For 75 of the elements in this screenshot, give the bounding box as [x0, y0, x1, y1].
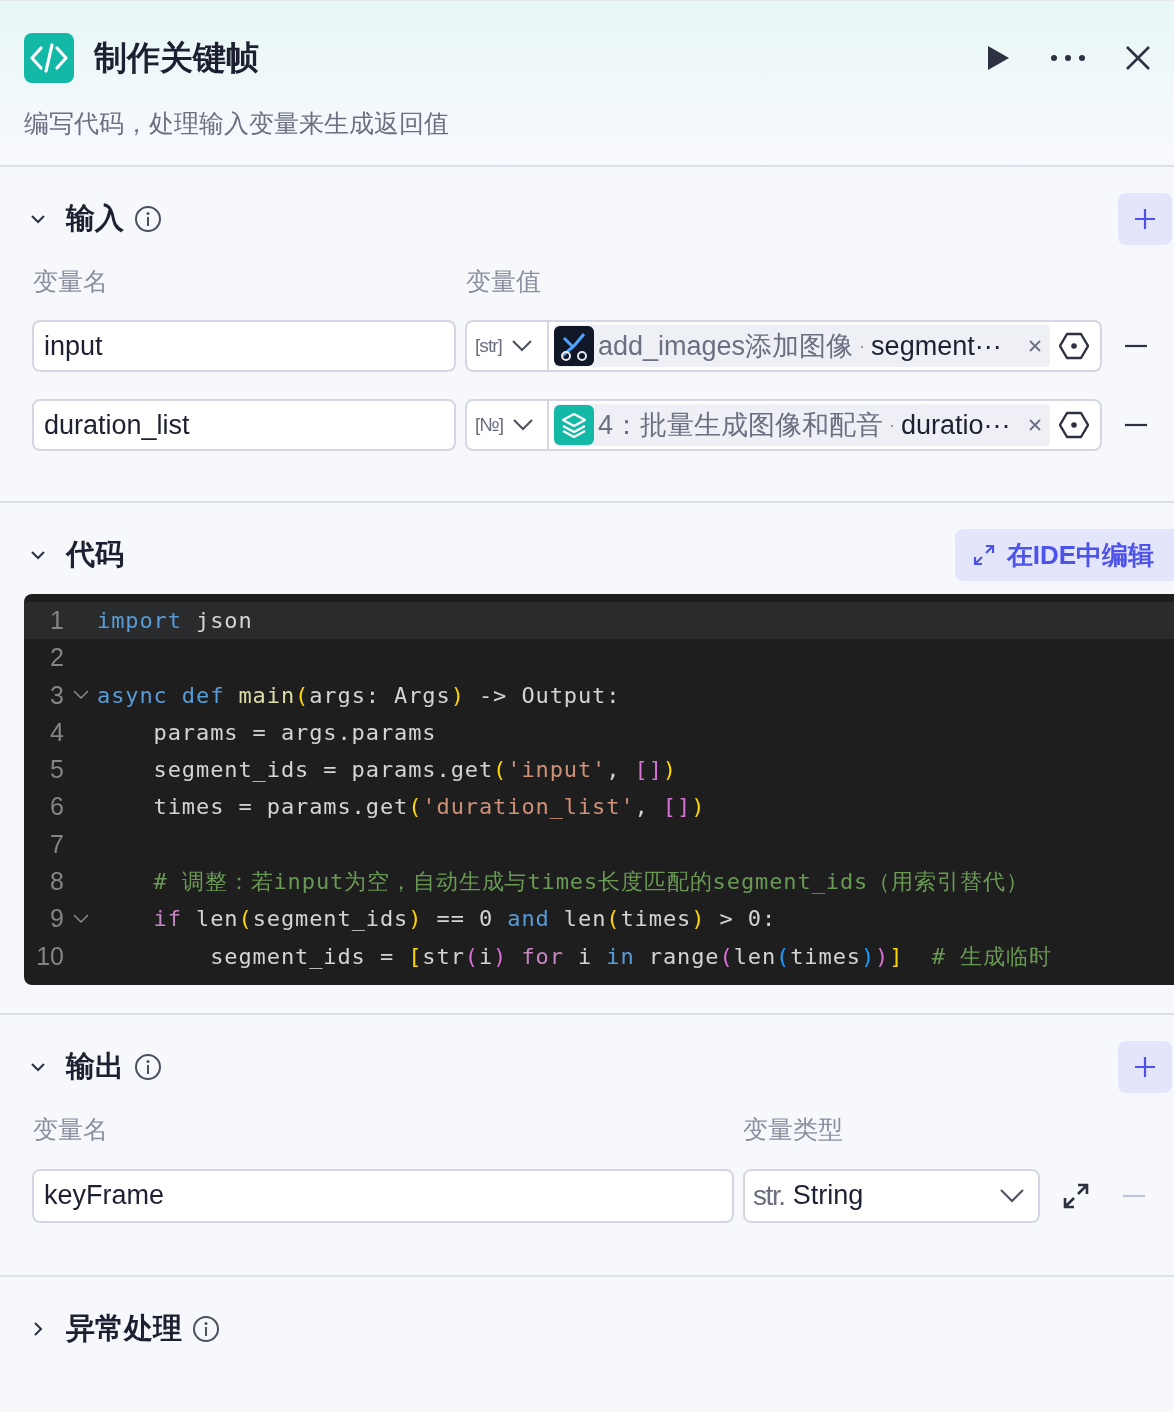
more-icon: [1050, 54, 1086, 62]
code-line: # 调整：若input为空，自动生成与times长度匹配的segment_ids（用索引替代）: [152, 868, 1029, 897]
section-title: 代码: [66, 537, 124, 573]
window-title: 制作关键帧: [94, 38, 259, 79]
type-select[interactable]: str. String: [743, 1168, 1040, 1223]
fold-chevron-icon[interactable]: [72, 690, 89, 701]
expand-icon: [1063, 1182, 1089, 1209]
section-title: 输入: [66, 200, 124, 236]
variable-value-field[interactable]: [№] 4：批量生成图像和配音 · duratio···: [465, 399, 1102, 451]
reference-tag[interactable]: add_images添加图像 · segment···: [554, 325, 1050, 367]
fold-chevron-icon[interactable]: [72, 914, 89, 924]
plus-icon: [1134, 207, 1156, 230]
add-button[interactable]: [1118, 1041, 1172, 1093]
minus-icon: [1123, 1193, 1145, 1198]
info-icon[interactable]: [192, 1314, 220, 1343]
close-icon: [1125, 45, 1151, 71]
variable-name-field[interactable]: duration_list: [32, 399, 456, 451]
expand-icon: [972, 544, 995, 566]
info-icon[interactable]: [134, 204, 162, 233]
play-icon: [986, 45, 1010, 71]
code-line: async def main(args: Args) -> Output:: [97, 681, 621, 710]
hexagon-icon[interactable]: [1059, 331, 1089, 361]
reference-tag[interactable]: 4：批量生成图像和配音 · duratio···: [554, 404, 1050, 446]
info-icon[interactable]: [134, 1053, 162, 1081]
reference-node-name: 4：批量生成图像和配音: [598, 408, 884, 442]
scissors-icon: [554, 326, 594, 366]
code-line: times = params.get('duration_list', []): [152, 793, 706, 822]
close-icon[interactable]: [1028, 418, 1042, 432]
column-header: 变量名: [33, 1114, 109, 1145]
reference-field-name: duratio···: [901, 408, 1011, 442]
line-number: 9: [49, 903, 64, 935]
code-line: segment_ids = params.get('input', []): [152, 756, 677, 785]
line-number: 1: [49, 605, 64, 636]
chevron-down-icon: [1000, 1188, 1024, 1203]
code-line: segment_ids = [str(i) for i in range(len(times))] # 生成临时: [209, 942, 1052, 971]
line-number: 5: [49, 754, 64, 786]
section-title: 异常处理: [66, 1310, 182, 1346]
column-header: 变量名: [33, 265, 109, 297]
code-line: if len(segment_ids) == 0 and len(times) > 0:: [152, 905, 777, 934]
plus-icon: [1134, 1056, 1156, 1078]
code-line: import json: [97, 607, 253, 635]
line-number: 6: [49, 791, 64, 823]
reference-node-name: add_images添加图像: [598, 329, 854, 363]
minus-icon: [1125, 344, 1147, 348]
chevron-down-icon[interactable]: [513, 419, 534, 431]
type-prefix: str.: [753, 1178, 785, 1213]
separator-dot: ·: [859, 334, 866, 358]
type-label: String: [792, 1179, 864, 1213]
column-header: 变量值: [466, 265, 541, 297]
line-number: 3: [49, 679, 64, 711]
type-tag: [№]: [475, 410, 504, 440]
add-button[interactable]: [1118, 192, 1172, 245]
minus-icon: [1125, 423, 1147, 427]
code-line: params = args.params: [152, 718, 437, 747]
edit-in-ide-button[interactable]: 在IDE中编辑: [954, 529, 1174, 581]
type-tag: [str]: [475, 331, 502, 361]
variable-value-field[interactable]: [str] add_images添加图像 · segment···: [465, 320, 1102, 372]
column-header: 变量类型: [743, 1114, 843, 1145]
line-number: 10: [35, 940, 64, 972]
chevron-down-icon[interactable]: [511, 340, 532, 352]
layers-icon: [554, 405, 594, 445]
code-editor[interactable]: [24, 594, 1174, 985]
hexagon-icon[interactable]: [1059, 410, 1089, 440]
variable-name-field[interactable]: keyFrame: [32, 1168, 734, 1223]
section-title: 输出: [66, 1049, 124, 1085]
separator-dot: ·: [889, 413, 896, 437]
line-number: 8: [49, 866, 64, 898]
close-icon[interactable]: [1028, 339, 1042, 353]
line-number: 2: [49, 642, 64, 674]
variable-name-field[interactable]: input: [32, 320, 456, 372]
line-number: 4: [49, 716, 64, 748]
line-number: 7: [49, 828, 64, 860]
node-description: 编写代码，处理输入变量来生成返回值: [24, 108, 450, 139]
code-icon: [24, 33, 74, 83]
reference-field-name: segment···: [871, 329, 1002, 363]
